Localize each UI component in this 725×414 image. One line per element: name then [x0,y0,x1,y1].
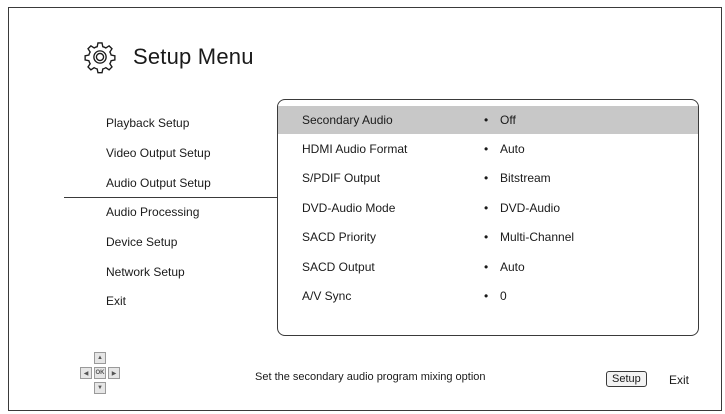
bullet-icon: • [484,260,489,274]
setting-label: SACD Output [302,260,375,274]
setting-row-sacd-output[interactable]: SACD Output • Auto [278,253,698,281]
bullet-icon: • [484,113,489,127]
setting-row-hdmi-audio-format[interactable]: HDMI Audio Format • Auto [278,135,698,163]
arrow-left-icon[interactable]: ◀ [80,367,92,379]
sidebar-item-video-output-setup[interactable]: Video Output Setup [106,146,211,160]
setting-row-secondary-audio[interactable]: Secondary Audio • Off [278,106,698,134]
settings-panel: Secondary Audio • Off HDMI Audio Format … [277,99,699,336]
sidebar-item-audio-output-setup[interactable]: Audio Output Setup [106,176,211,190]
setting-label: SACD Priority [302,230,377,244]
setting-label: S/PDIF Output [302,171,381,185]
setting-label: DVD-Audio Mode [302,201,396,215]
ok-button[interactable]: OK [94,367,106,379]
bullet-icon: • [484,171,489,185]
page-title: Setup Menu [133,44,254,69]
bullet-icon: • [484,201,489,215]
sidebar-item-audio-processing[interactable]: Audio Processing [106,205,199,219]
setting-row-av-sync[interactable]: A/V Sync • 0 [278,282,698,310]
arrow-down-icon[interactable]: ▼ [94,382,106,394]
bullet-icon: • [484,142,489,156]
arrow-up-icon[interactable]: ▲ [94,352,106,364]
setting-value: DVD-Audio [500,201,561,215]
sidebar-item-device-setup[interactable]: Device Setup [106,235,177,249]
page-header: Setup Menu [83,37,254,77]
sidebar-item-exit[interactable]: Exit [106,294,126,308]
active-item-connector [64,197,278,198]
sidebar-item-network-setup[interactable]: Network Setup [106,265,185,279]
setting-value: 0 [500,289,507,303]
sidebar-item-playback-setup[interactable]: Playback Setup [106,116,189,130]
setting-row-dvd-audio-mode[interactable]: DVD-Audio Mode • DVD-Audio [278,194,698,222]
bullet-icon: • [484,289,489,303]
setting-label: Secondary Audio [302,113,393,127]
arrow-right-icon[interactable]: ▶ [108,367,120,379]
gear-icon [84,42,116,74]
setting-label: HDMI Audio Format [302,142,408,156]
setting-value: Bitstream [500,171,551,185]
exit-label: Exit [669,373,690,387]
bullet-icon: • [484,230,489,244]
help-text: Set the secondary audio program mixing o… [255,371,486,383]
setting-value: Off [500,113,516,127]
setting-value: Auto [500,142,525,156]
dpad-icon: ▲ ◀ OK ▶ ▼ [77,352,133,396]
setting-value: Auto [500,260,525,274]
setting-label: A/V Sync [302,289,352,303]
setup-key-button[interactable]: Setup [606,371,647,387]
setting-row-spdif-output[interactable]: S/PDIF Output • Bitstream [278,164,698,192]
setting-row-sacd-priority[interactable]: SACD Priority • Multi-Channel [278,223,698,251]
setting-value: Multi-Channel [500,230,575,244]
